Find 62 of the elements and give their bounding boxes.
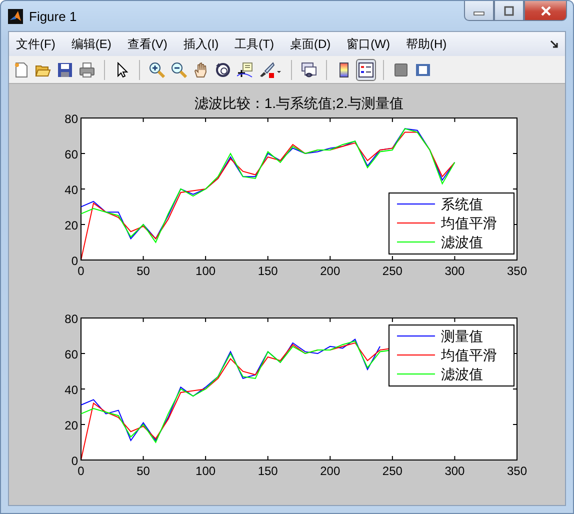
maximize-icon	[503, 6, 515, 16]
tick-label: 0	[78, 264, 84, 278]
tick-label: 200	[320, 264, 340, 278]
dock-icon[interactable]	[550, 40, 559, 48]
tick-label: 0	[71, 254, 78, 268]
menu-item[interactable]: 工具(T)	[234, 36, 274, 52]
zoom-out-icon	[171, 62, 187, 78]
menu-item[interactable]: 帮助(H)	[406, 36, 447, 52]
window-title: Figure 1	[29, 9, 77, 24]
tick-label: 100	[196, 464, 216, 478]
chart-title: 滤波比较：1.与系统值;2.与测量值	[194, 95, 404, 111]
maximize-button[interactable]	[494, 1, 524, 21]
document-icon	[13, 62, 29, 78]
toolbar-button[interactable]	[356, 58, 376, 80]
minimize-button[interactable]	[464, 1, 494, 21]
menu-item[interactable]: 文件(F)	[16, 36, 56, 52]
tick-label: 60	[64, 348, 78, 362]
rotate-icon	[215, 62, 231, 78]
tick-label: 200	[320, 464, 340, 478]
menu-item[interactable]: 查看(V)	[127, 36, 168, 52]
printer-icon	[79, 62, 95, 78]
brush-icon	[259, 62, 282, 78]
menu-item[interactable]: 编辑(E)	[71, 36, 112, 52]
tick-label: 60	[64, 148, 78, 162]
legend-label: 系统值	[441, 196, 483, 212]
tick-label: 0	[78, 464, 84, 478]
legend-label: 滤波值	[441, 366, 483, 382]
square-icon	[393, 62, 409, 78]
close-icon	[540, 6, 552, 16]
zoom-in-icon	[149, 62, 165, 78]
tick-label: 20	[64, 418, 78, 432]
tick-label: 250	[382, 464, 402, 478]
tick-label: 300	[444, 264, 465, 278]
legend-label: 测量值	[441, 328, 483, 344]
data-cursor-icon	[237, 62, 253, 78]
tick-label: 350	[506, 264, 528, 278]
app-logo-icon	[8, 9, 23, 24]
legend-label: 滤波值	[441, 234, 483, 250]
tick-label: 350	[506, 464, 528, 478]
menu-item[interactable]: 插入(I)	[183, 36, 219, 52]
tick-label: 80	[64, 312, 78, 326]
tick-label: 100	[196, 264, 216, 278]
legend-label: 均值平滑	[441, 347, 497, 363]
tick-label: 50	[136, 464, 150, 478]
tick-label: 0	[71, 454, 78, 468]
legend-label: 均值平滑	[441, 215, 497, 231]
tick-label: 50	[136, 264, 150, 278]
tick-label: 40	[64, 383, 78, 397]
close-button[interactable]	[524, 1, 567, 21]
hand-icon	[193, 62, 209, 78]
legend-icon	[358, 62, 374, 78]
tick-label: 150	[258, 464, 278, 478]
tick-label: 80	[64, 112, 78, 126]
menu-item[interactable]: 桌面(D)	[290, 36, 331, 52]
tick-label: 300	[444, 464, 465, 478]
tick-label: 20	[64, 218, 78, 232]
window-frame-icon	[415, 62, 431, 78]
tick-label: 150	[258, 264, 278, 278]
menu-item[interactable]: 窗口(W)	[346, 36, 390, 52]
tick-label: 40	[64, 183, 78, 197]
linked-windows-icon	[301, 62, 317, 78]
tick-label: 250	[382, 264, 402, 278]
